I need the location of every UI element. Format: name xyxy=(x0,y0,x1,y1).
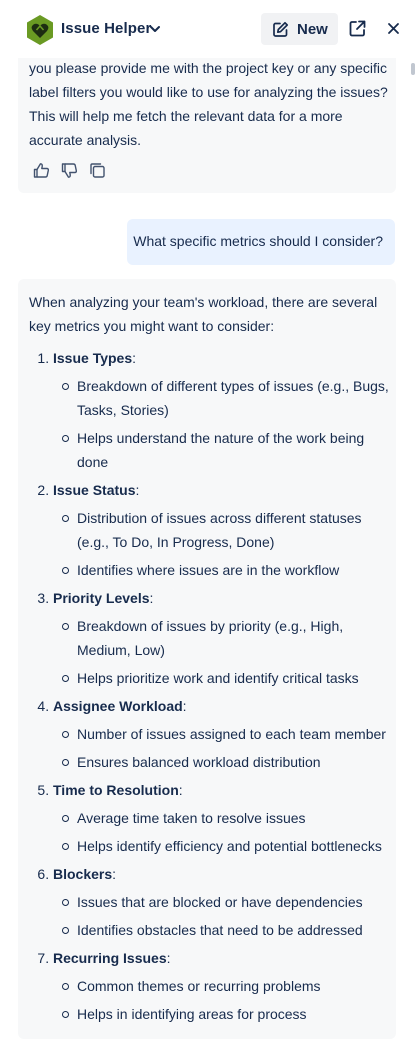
metric-detail: Breakdown of issues by priority (e.g., H… xyxy=(62,614,391,662)
metric-item: Issue Status: Distribution of issues acr… xyxy=(53,478,391,582)
message-text: What specific metrics should I consider? xyxy=(133,233,383,249)
metric-title: Time to Resolution xyxy=(53,782,179,798)
metric-item: Recurring Issues: Common themes or recur… xyxy=(53,946,391,1026)
thumbs-down-button[interactable] xyxy=(61,162,78,184)
metric-title: Assignee Workload xyxy=(53,698,183,714)
metric-detail: Common themes or recurring problems xyxy=(62,974,391,998)
message-content: When analyzing your team's workload, the… xyxy=(29,290,391,1030)
logo-icon xyxy=(27,15,53,45)
message-intro: When analyzing your team's workload, the… xyxy=(29,294,378,334)
metric-item: Blockers: Issues that are blocked or hav… xyxy=(53,862,391,942)
metric-details: Average time taken to resolve issues Hel… xyxy=(53,806,391,858)
metric-detail: Number of issues assigned to each team m… xyxy=(62,722,391,746)
metric-detail: Average time taken to resolve issues xyxy=(62,806,391,830)
metric-detail: Ensures balanced workload distribution xyxy=(62,750,391,774)
metric-details: Breakdown of different types of issues (… xyxy=(53,374,391,474)
chevron-down-icon[interactable] xyxy=(148,22,162,36)
metric-item: Issue Types: Breakdown of different type… xyxy=(53,346,391,474)
thumbs-up-button[interactable] xyxy=(33,162,50,184)
thumbs-up-icon xyxy=(33,163,50,178)
metric-detail: Helps understand the nature of the work … xyxy=(62,426,391,474)
metric-details: Number of issues assigned to each team m… xyxy=(53,722,391,774)
metric-details: Issues that are blocked or have dependen… xyxy=(53,890,391,942)
metric-detail: Issues that are blocked or have dependen… xyxy=(62,890,391,914)
metric-item: Priority Levels: Breakdown of issues by … xyxy=(53,586,391,690)
metric-details: Common themes or recurring problems Help… xyxy=(53,974,391,1026)
user-message: What specific metrics should I consider? xyxy=(127,219,395,265)
metric-detail: Helps identify efficiency and potential … xyxy=(62,834,391,858)
copy-icon xyxy=(90,163,105,178)
metric-title: Issue Types xyxy=(53,350,133,366)
new-button-label: New xyxy=(297,21,328,38)
metric-details: Breakdown of issues by priority (e.g., H… xyxy=(53,614,391,690)
thumbs-down-icon xyxy=(61,163,78,178)
message-text: you please provide me with the project k… xyxy=(29,60,388,148)
metrics-list: Issue Types: Breakdown of different type… xyxy=(29,346,391,1026)
scrollbar-thumb[interactable] xyxy=(411,63,415,75)
metric-title: Blockers xyxy=(53,866,113,882)
external-link-icon[interactable] xyxy=(348,19,367,38)
metric-detail: Helps prioritize work and identify criti… xyxy=(62,666,391,690)
assistant-message: When analyzing your team's workload, the… xyxy=(18,279,396,1039)
close-icon[interactable] xyxy=(386,21,401,36)
metric-detail: Identifies where issues are in the workf… xyxy=(62,558,391,582)
copy-button[interactable] xyxy=(89,162,106,184)
header: Issue Helper New xyxy=(0,0,416,58)
app-title[interactable]: Issue Helper xyxy=(61,20,151,37)
metric-title: Issue Status xyxy=(53,482,136,498)
metric-title: Recurring Issues xyxy=(53,950,167,966)
metric-detail: Helps in identifying areas for process xyxy=(62,1002,391,1026)
new-chat-button[interactable]: New xyxy=(261,13,338,45)
metric-item: Time to Resolution: Average time taken t… xyxy=(53,778,391,858)
pencil-square-icon xyxy=(273,21,289,37)
metric-title: Priority Levels xyxy=(53,590,150,606)
metric-details: Distribution of issues across different … xyxy=(53,506,391,582)
metric-item: Assignee Workload: Number of issues assi… xyxy=(53,694,391,774)
metric-detail: Distribution of issues across different … xyxy=(62,506,391,554)
metric-detail: Breakdown of different types of issues (… xyxy=(62,374,391,422)
metric-detail: Identifies obstacles that need to be add… xyxy=(62,918,391,942)
